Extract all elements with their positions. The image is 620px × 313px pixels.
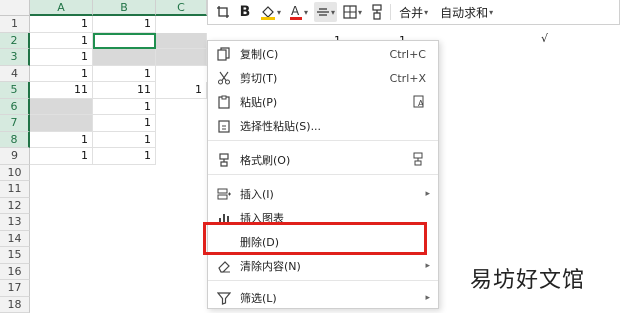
row-header-4[interactable]: 4 bbox=[0, 66, 30, 83]
autosum-button[interactable]: 自动求和▾ bbox=[436, 2, 497, 22]
cell-b5[interactable]: 11 bbox=[93, 82, 156, 99]
cell-a6[interactable] bbox=[30, 99, 93, 116]
align-icon[interactable]: ▾ bbox=[314, 2, 337, 22]
row-header-2[interactable]: 2 bbox=[0, 33, 30, 50]
eraser-icon bbox=[216, 258, 232, 274]
paste-special-icon bbox=[216, 118, 232, 134]
cell-a8[interactable]: 1 bbox=[30, 132, 93, 149]
merge-button[interactable]: 合并▾ bbox=[395, 2, 432, 22]
select-all-corner[interactable] bbox=[0, 0, 30, 16]
cell-a7[interactable] bbox=[30, 115, 93, 132]
row-header-12[interactable]: 12 bbox=[0, 198, 30, 215]
cell-b1[interactable]: 1 bbox=[93, 16, 156, 33]
submenu-arrow-icon: ▸ bbox=[425, 293, 430, 303]
row-header-13[interactable]: 13 bbox=[0, 214, 30, 231]
svg-text:A: A bbox=[418, 99, 424, 108]
submenu-arrow-icon: ▸ bbox=[425, 261, 430, 271]
paste-icon bbox=[216, 94, 232, 110]
paste-options-icon[interactable]: A bbox=[412, 94, 426, 111]
row-header-8[interactable]: 8 bbox=[0, 132, 30, 149]
row-header-3[interactable]: 3 bbox=[0, 49, 30, 66]
row-header-15[interactable]: 15 bbox=[0, 247, 30, 264]
row-header-11[interactable]: 11 bbox=[0, 181, 30, 198]
format-painter-icon[interactable] bbox=[368, 2, 386, 22]
cell-c5[interactable]: 1 bbox=[156, 82, 207, 99]
menu-item-cut[interactable]: 剪切(T) Ctrl+X bbox=[208, 66, 438, 90]
cell-a1[interactable]: 1 bbox=[30, 16, 93, 33]
row-header-1[interactable]: 1 bbox=[0, 16, 30, 33]
fill-color-icon[interactable]: ▾ bbox=[258, 2, 283, 22]
menu-item-copy[interactable]: 复制(C) Ctrl+C bbox=[208, 42, 438, 66]
menu-item-paste[interactable]: 粘贴(P) A bbox=[208, 90, 438, 114]
toolbar-separator bbox=[390, 4, 391, 20]
check-mark: √ bbox=[541, 32, 548, 45]
menu-divider bbox=[208, 174, 438, 175]
cell-b9[interactable]: 1 bbox=[93, 148, 156, 165]
font-color-icon[interactable]: A ▾ bbox=[287, 2, 310, 22]
menu-divider bbox=[208, 280, 438, 281]
row-header-9[interactable]: 9 bbox=[0, 148, 30, 165]
border-icon[interactable]: ▾ bbox=[341, 2, 364, 22]
column-header-b[interactable]: B bbox=[93, 0, 156, 16]
scissors-icon bbox=[216, 70, 232, 86]
column-header-c[interactable]: C bbox=[156, 0, 207, 16]
row-header-5[interactable]: 5 bbox=[0, 82, 30, 99]
row-header-10[interactable]: 10 bbox=[0, 165, 30, 182]
menu-item-format-painter[interactable]: 格式刷(O) bbox=[208, 148, 438, 172]
row-header-17[interactable]: 17 bbox=[0, 280, 30, 297]
cell-a2[interactable]: 1 bbox=[30, 33, 93, 50]
delete-highlight-box bbox=[203, 222, 427, 255]
cell-b7[interactable]: 1 bbox=[93, 115, 156, 132]
column-header-a[interactable]: A bbox=[30, 0, 93, 16]
menu-divider bbox=[208, 140, 438, 141]
row-header-18[interactable]: 18 bbox=[0, 297, 30, 313]
cell-c3[interactable] bbox=[156, 49, 207, 66]
cell-b4[interactable]: 1 bbox=[93, 66, 156, 83]
cell-b8[interactable]: 1 bbox=[93, 132, 156, 149]
row-header-14[interactable]: 14 bbox=[0, 231, 30, 248]
bold-icon[interactable]: B bbox=[236, 2, 254, 22]
row-header-16[interactable]: 16 bbox=[0, 264, 30, 281]
format-painter-side-icon[interactable] bbox=[410, 152, 426, 169]
cell-a4[interactable]: 1 bbox=[30, 66, 93, 83]
submenu-arrow-icon: ▸ bbox=[425, 189, 430, 199]
svg-text:A: A bbox=[291, 4, 300, 18]
menu-item-filter[interactable]: 筛选(L) ▸ bbox=[208, 286, 438, 310]
cell-b6[interactable]: 1 bbox=[93, 99, 156, 116]
row-header-6[interactable]: 6 bbox=[0, 99, 30, 116]
menu-item-paste-special[interactable]: 选择性粘贴(S)... bbox=[208, 114, 438, 138]
watermark-text: 易坊好文馆 bbox=[470, 262, 585, 294]
cell-b3[interactable] bbox=[93, 49, 156, 66]
menu-item-clear-contents[interactable]: 清除内容(N) ▸ bbox=[208, 254, 438, 278]
format-painter-icon bbox=[216, 152, 232, 168]
mini-toolbar: B ▾ A ▾ ▾ ▾ 合并▾ 自动求和▾ bbox=[207, 0, 620, 25]
cell-a3[interactable]: 1 bbox=[30, 49, 93, 66]
context-menu: 复制(C) Ctrl+C 剪切(T) Ctrl+X 粘贴(P) A 选择性粘贴(… bbox=[207, 40, 439, 309]
crop-icon[interactable] bbox=[214, 2, 232, 22]
cell-b2-active[interactable] bbox=[93, 33, 156, 50]
cell-c2[interactable] bbox=[156, 33, 207, 50]
copy-icon bbox=[216, 46, 232, 62]
menu-item-insert[interactable]: 插入(I) ▸ bbox=[208, 182, 438, 206]
insert-icon bbox=[216, 186, 232, 202]
cell-a5[interactable]: 11 bbox=[30, 82, 93, 99]
row-header-7[interactable]: 7 bbox=[0, 115, 30, 132]
filter-icon bbox=[216, 290, 232, 306]
cell-a9[interactable]: 1 bbox=[30, 148, 93, 165]
